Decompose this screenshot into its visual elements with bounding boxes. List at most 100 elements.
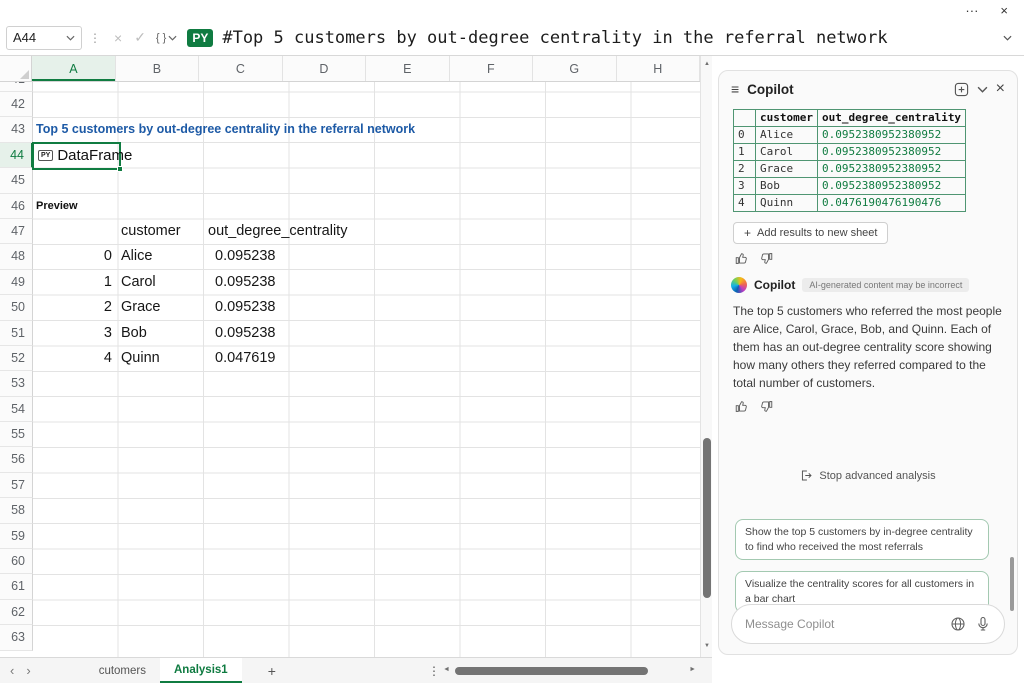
preview-header-centrality[interactable]: out_degree_centrality — [208, 219, 347, 244]
name-box[interactable]: A44 — [6, 26, 82, 50]
row-header[interactable]: 53 — [0, 371, 33, 396]
enter-icon[interactable]: ✓ — [134, 29, 146, 46]
preview-name[interactable]: Grace — [121, 295, 161, 320]
column-header-d[interactable]: D — [283, 56, 366, 81]
preview-index[interactable]: 1 — [90, 270, 112, 295]
column-header-a[interactable]: A — [32, 56, 115, 81]
copilot-input-box[interactable] — [731, 604, 1005, 644]
window-close-icon[interactable]: × — [1000, 4, 1008, 17]
row-header[interactable]: 55 — [0, 422, 33, 447]
scroll-right-icon[interactable]: ► — [689, 666, 696, 673]
table-header-centrality: out_degree_centrality — [817, 110, 965, 127]
menu-icon[interactable]: ≡ — [731, 81, 739, 97]
row-header-selected[interactable]: 44 — [0, 143, 33, 168]
horizontal-scrollbar[interactable]: ◄ ► — [443, 663, 696, 679]
preview-name[interactable]: Alice — [121, 244, 152, 269]
chevron-down-icon[interactable] — [66, 35, 75, 41]
scrollbar-grip-icon[interactable]: ⋮ — [428, 664, 440, 678]
stop-analysis-button[interactable]: Stop advanced analysis — [719, 469, 1017, 482]
preview-index[interactable]: 0 — [90, 244, 112, 269]
add-sheet-icon[interactable]: + — [268, 663, 276, 679]
close-pane-icon[interactable]: × — [996, 81, 1005, 97]
table-header-blank — [734, 110, 756, 127]
row-header[interactable]: 50 — [0, 295, 33, 320]
table-cell-index: 1 — [734, 144, 756, 161]
next-sheet-icon[interactable]: › — [26, 663, 30, 678]
preview-name[interactable]: Quinn — [121, 346, 160, 371]
row-header[interactable]: 47 — [0, 219, 33, 244]
suggestion-chip[interactable]: Show the top 5 customers by in-degree ce… — [735, 519, 989, 560]
thumbs-up-icon[interactable] — [735, 400, 748, 413]
row-header[interactable]: 62 — [0, 600, 33, 625]
row-header[interactable]: 48 — [0, 244, 33, 269]
thumbs-down-icon[interactable] — [760, 400, 773, 413]
sheet-tab-cutomers[interactable]: cutomers — [85, 658, 160, 683]
cancel-icon[interactable]: × — [114, 30, 122, 46]
preview-index[interactable]: 4 — [90, 346, 112, 371]
preview-name[interactable]: Bob — [121, 321, 147, 346]
python-object-icon[interactable]: { } — [156, 32, 177, 44]
scroll-left-icon[interactable]: ◄ — [443, 666, 450, 673]
copilot-scroll-thumb[interactable] — [1010, 557, 1014, 611]
preview-value[interactable]: 0.095238 — [215, 321, 275, 346]
preview-value[interactable]: 0.047619 — [215, 346, 275, 371]
cell-dataframe[interactable]: PY DataFrame — [38, 143, 132, 168]
new-chat-icon[interactable] — [954, 82, 969, 97]
row-header[interactable]: 51 — [0, 321, 33, 346]
preview-label[interactable]: Preview — [36, 194, 78, 219]
prev-sheet-icon[interactable]: ‹ — [10, 663, 14, 678]
column-header-c[interactable]: C — [199, 56, 282, 81]
preview-value[interactable]: 0.095238 — [215, 295, 275, 320]
row-header[interactable]: 45 — [0, 168, 33, 193]
preview-value[interactable]: 0.095238 — [215, 270, 275, 295]
braces-glyph: { } — [156, 32, 166, 44]
horizontal-scroll-thumb[interactable] — [455, 667, 648, 675]
row-header[interactable]: 49 — [0, 270, 33, 295]
copilot-response-text: The top 5 customers who referred the mos… — [733, 302, 1003, 392]
row-header[interactable]: 60 — [0, 549, 33, 574]
row-header[interactable]: 59 — [0, 524, 33, 549]
thumbs-down-icon[interactable] — [760, 252, 773, 265]
cell-title-text[interactable]: Top 5 customers by out-degree centrality… — [36, 117, 415, 142]
column-header-e[interactable]: E — [366, 56, 449, 81]
row-header[interactable]: 43 — [0, 117, 33, 142]
row-header[interactable]: 63 — [0, 625, 33, 650]
column-header-h[interactable]: H — [617, 56, 700, 81]
vertical-scrollbar[interactable]: ▲ ▼ — [700, 56, 712, 657]
collapse-chevron-icon[interactable] — [977, 86, 988, 93]
row-header[interactable]: 46 — [0, 194, 33, 219]
preview-index[interactable]: 2 — [90, 295, 112, 320]
column-header-b[interactable]: B — [116, 56, 199, 81]
formula-bar-grip-icon[interactable]: ⋮ — [89, 31, 101, 45]
sheet-nav: ‹ › — [0, 663, 41, 678]
add-results-button[interactable]: + Add results to new sheet — [733, 222, 888, 244]
row-header[interactable]: 56 — [0, 447, 33, 472]
preview-index[interactable]: 3 — [90, 321, 112, 346]
preview-header-customer[interactable]: customer — [121, 219, 181, 244]
row-header[interactable]: 41 — [0, 82, 33, 92]
spreadsheet-grid[interactable]: 41 42 43 44 45 46 47 48 49 50 51 52 53 5… — [0, 82, 700, 657]
microphone-icon[interactable] — [975, 616, 991, 632]
preview-name[interactable]: Carol — [121, 270, 156, 295]
row-header[interactable]: 57 — [0, 473, 33, 498]
row-header[interactable]: 61 — [0, 574, 33, 599]
thumbs-up-icon[interactable] — [735, 252, 748, 265]
row-header[interactable]: 42 — [0, 92, 33, 117]
row-header[interactable]: 52 — [0, 346, 33, 371]
formula-input[interactable]: #Top 5 customers by out-degree centralit… — [222, 28, 997, 48]
formula-bar-expand-icon[interactable] — [1003, 35, 1012, 41]
window-more-icon[interactable]: ··· — [965, 4, 978, 17]
row-header[interactable]: 54 — [0, 397, 33, 422]
table-cell-value: 0.0952380952380952 — [817, 144, 965, 161]
row-header[interactable]: 58 — [0, 498, 33, 523]
sheet-tab-analysis1[interactable]: Analysis1 — [160, 658, 242, 683]
copilot-message-input[interactable] — [745, 617, 941, 631]
table-cell-name: Alice — [756, 127, 818, 144]
preview-value[interactable]: 0.095238 — [215, 244, 275, 269]
globe-icon[interactable] — [950, 616, 966, 632]
column-header-f[interactable]: F — [450, 56, 533, 81]
vertical-scroll-thumb[interactable] — [703, 438, 711, 598]
table-cell-value: 0.0952380952380952 — [817, 161, 965, 178]
column-header-g[interactable]: G — [533, 56, 616, 81]
select-all-corner[interactable] — [0, 56, 32, 81]
